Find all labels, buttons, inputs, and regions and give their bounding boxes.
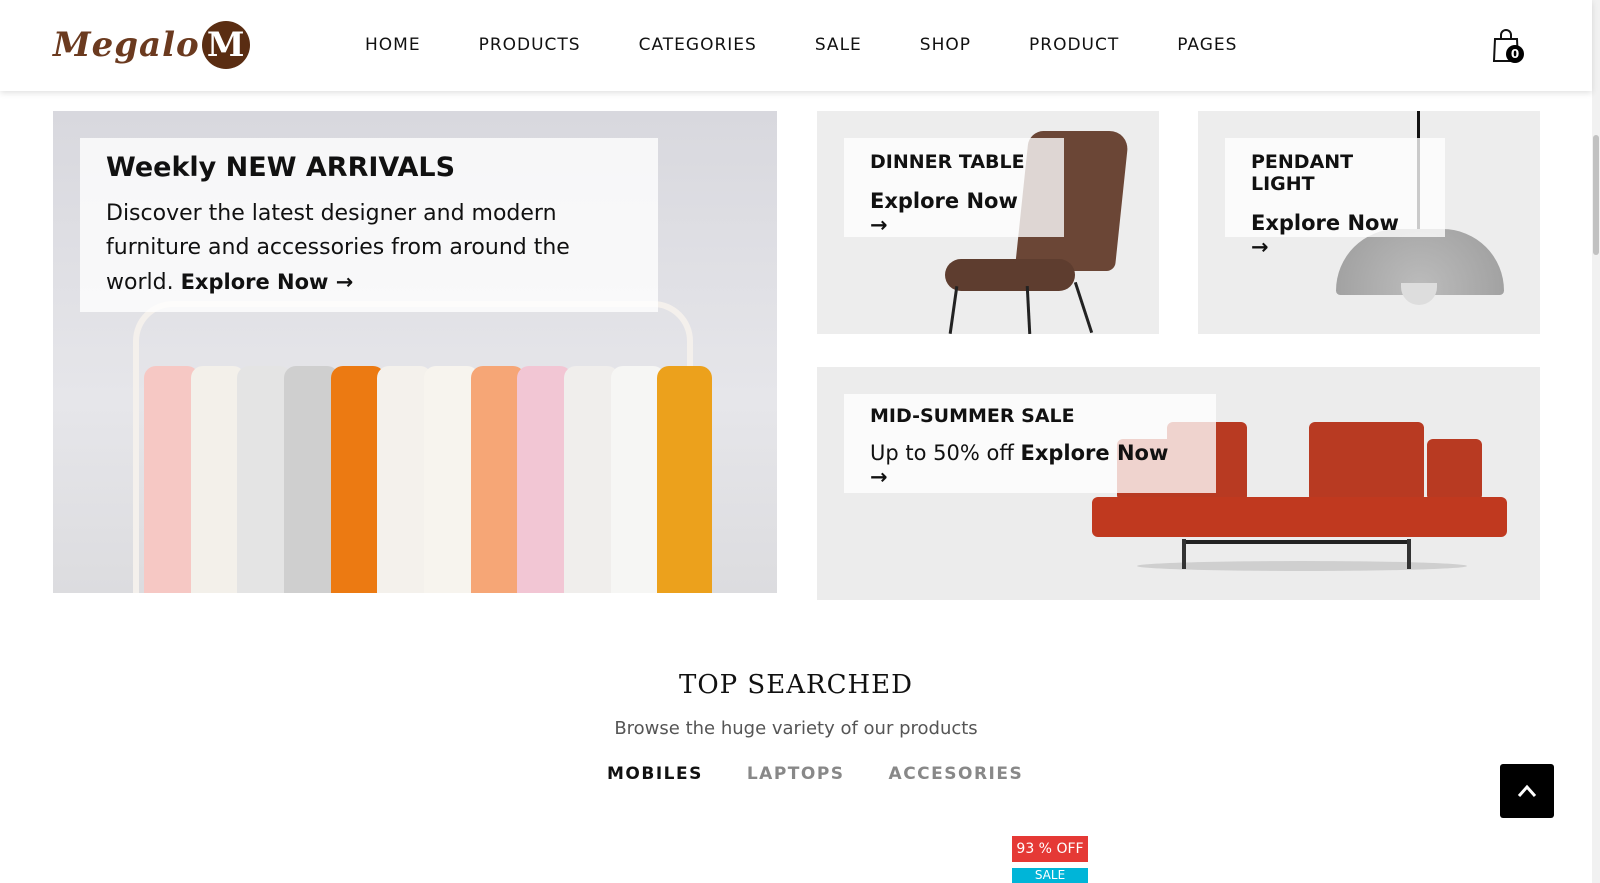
tab-laptops[interactable]: LAPTOPS [747, 764, 845, 784]
arrow-right-icon: → [870, 465, 888, 489]
chair-seat [945, 259, 1075, 291]
sofa-shadow [1137, 561, 1467, 571]
nav-products[interactable]: PRODUCTS [479, 35, 581, 55]
cart-count-badge: 0 [1506, 45, 1524, 63]
logo-badge: M [201, 21, 250, 69]
explore-link-label: Explore Now [1020, 441, 1169, 465]
sale-caption: MID-SUMMER SALE Up to 50% off Explore No… [844, 394, 1216, 493]
shirts-image [144, 366, 713, 593]
back-to-top-button[interactable] [1500, 764, 1554, 818]
sale-text: Up to 50% off Explore Now → [870, 441, 1190, 489]
pendant-light-caption: PENDANT LIGHT Explore Now → [1225, 138, 1445, 259]
dinner-table-banner[interactable]: DINNER TABLE Explore Now → [817, 111, 1159, 334]
tab-accesories[interactable]: ACCESORIES [889, 764, 1024, 784]
scrollbar-thumb[interactable] [1593, 135, 1599, 255]
tab-mobiles[interactable]: MOBILES [607, 764, 703, 784]
sofa-cushion [1427, 439, 1482, 501]
site-logo[interactable]: Megalo M [53, 18, 250, 72]
new-arrivals-title: Weekly NEW ARRIVALS [106, 152, 456, 183]
top-searched-title: TOP SEARCHED [679, 670, 913, 700]
sofa-cushion [1309, 422, 1424, 502]
site-header: Megalo M HOME PRODUCTS CATEGORIES SALE S… [0, 0, 1592, 91]
scrollbar-track[interactable] [1592, 0, 1600, 883]
nav-product[interactable]: PRODUCT [1029, 35, 1119, 55]
sofa-leg [1407, 539, 1411, 569]
nav-home[interactable]: HOME [365, 35, 421, 55]
nav-shop[interactable]: SHOP [920, 35, 971, 55]
sofa-leg [1182, 539, 1186, 569]
lamp-bulb [1401, 283, 1437, 305]
explore-link-label: Explore Now [180, 270, 329, 294]
dinner-table-explore-link[interactable]: Explore Now → [870, 189, 1038, 237]
top-searched-subtitle: Browse the huge variety of our products [614, 718, 978, 739]
sale-title: MID-SUMMER SALE [870, 405, 1075, 427]
arrow-right-icon: → [1251, 235, 1269, 259]
main-nav: HOME PRODUCTS CATEGORIES SALE SHOP PRODU… [365, 35, 1295, 55]
chevron-up-icon [1517, 784, 1537, 797]
new-arrivals-caption: Weekly NEW ARRIVALS Discover the latest … [80, 138, 658, 312]
new-arrivals-text: Discover the latest designer and modern … [106, 197, 632, 300]
dinner-table-title: DINNER TABLE [870, 151, 1025, 173]
arrow-right-icon: → [335, 270, 354, 294]
discount-badge: 93 % OFF [1012, 836, 1088, 862]
pendant-light-title: PENDANT LIGHT [1251, 151, 1354, 195]
sofa-frame [1182, 540, 1410, 544]
logo-text: Megalo [53, 25, 200, 65]
mid-summer-sale-banner[interactable]: MID-SUMMER SALE Up to 50% off Explore No… [817, 367, 1540, 600]
nav-pages[interactable]: PAGES [1177, 35, 1237, 55]
nav-categories[interactable]: CATEGORIES [639, 35, 757, 55]
pendant-light-banner[interactable]: PENDANT LIGHT Explore Now → [1198, 111, 1540, 334]
pendant-light-explore-link[interactable]: Explore Now → [1251, 211, 1419, 259]
new-arrivals-explore-link[interactable]: Explore Now → [181, 270, 354, 294]
nav-sale[interactable]: SALE [815, 35, 862, 55]
new-arrivals-banner[interactable]: Weekly NEW ARRIVALS Discover the latest … [53, 111, 777, 593]
sale-offer: Up to 50% off [870, 441, 1014, 465]
explore-link-label: Explore Now [870, 189, 1018, 213]
sale-badge: SALE [1012, 868, 1088, 883]
sofa-image [1092, 497, 1507, 537]
explore-link-label: Explore Now [1251, 211, 1399, 235]
product-tabs: MOBILES LAPTOPS ACCESORIES [607, 764, 1067, 784]
dinner-table-caption: DINNER TABLE Explore Now → [844, 138, 1064, 237]
arrow-right-icon: → [870, 213, 888, 237]
